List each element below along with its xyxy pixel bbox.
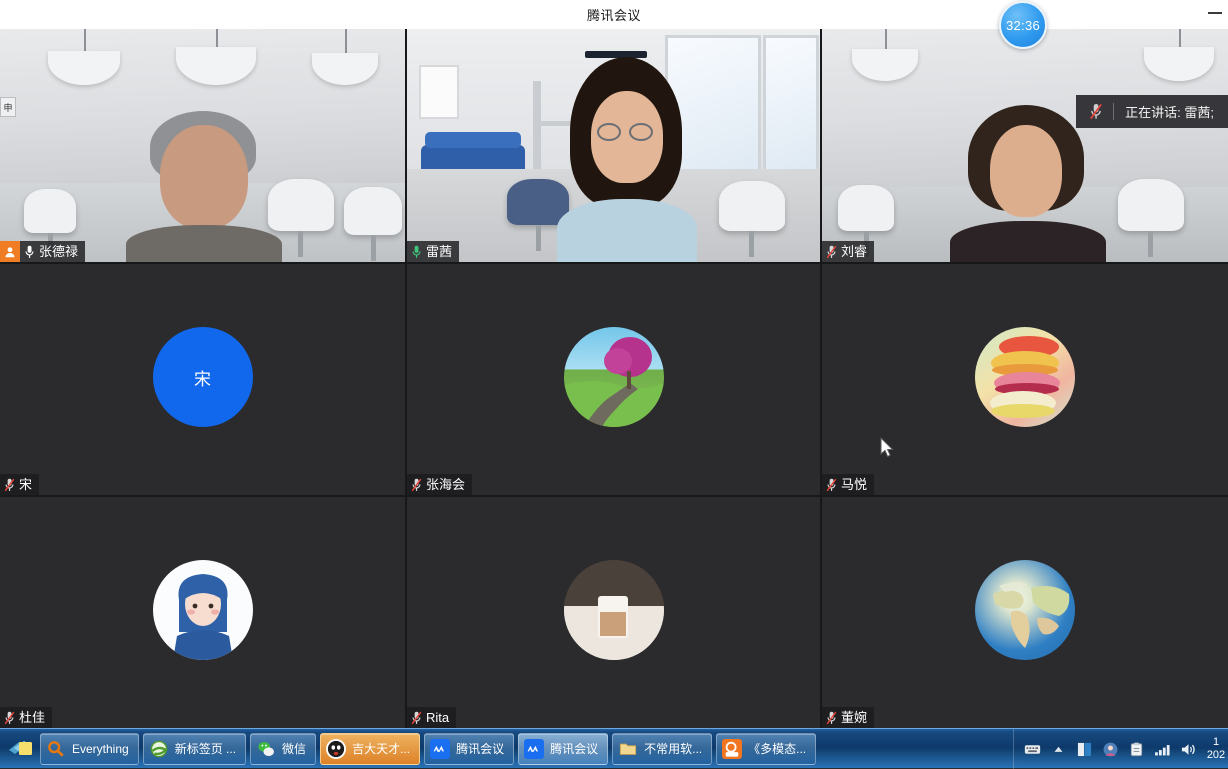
mic-muted-icon	[407, 474, 426, 495]
taskbar-item-label: 吉大天才...	[352, 740, 410, 757]
ime-keyboard-icon[interactable]	[1024, 741, 1041, 758]
taskbar-item-label: 腾讯会议	[456, 740, 504, 757]
participant-name-bar: 张海会	[407, 474, 472, 495]
taskbar-clock[interactable]: 1 202	[1206, 736, 1228, 762]
participant-tile-zhangdelu[interactable]: 张德禄	[0, 29, 405, 262]
participant-name-bar: Rita	[407, 707, 456, 728]
taskbar-item-label: 微信	[282, 740, 306, 757]
grid-divider-vertical	[820, 29, 822, 728]
participant-name: Rita	[426, 711, 449, 724]
start-button[interactable]	[6, 732, 36, 766]
participant-name-bar: 刘睿	[822, 241, 874, 262]
mic-on-icon	[20, 241, 39, 262]
participant-name: 张德禄	[39, 245, 78, 258]
mic-muted-icon	[1086, 101, 1105, 122]
participant-tile-song[interactable]: 宋 宋	[0, 263, 405, 495]
participant-name-bar: 雷茜	[407, 241, 459, 262]
avatar-initial: 宋	[153, 327, 253, 427]
window-title: 腾讯会议	[587, 5, 641, 24]
host-badge	[0, 241, 20, 262]
tencent-meeting-icon	[430, 739, 450, 759]
browser-icon	[149, 739, 169, 759]
participant-tile-liurui[interactable]: 刘睿	[822, 29, 1228, 262]
participant-grid: 张德禄 雷茜	[0, 29, 1228, 728]
participant-name: 董婉	[841, 711, 867, 724]
tencent-meeting-icon	[524, 739, 544, 759]
participant-tile-dongwan[interactable]: 董婉	[822, 496, 1228, 728]
participant-name: 雷茜	[426, 245, 452, 258]
grid-divider-vertical	[405, 29, 407, 728]
avatar-image-macaron	[975, 327, 1075, 427]
folder-icon	[618, 739, 638, 759]
mic-muted-icon	[822, 707, 841, 728]
avatar-image-earth	[975, 560, 1075, 660]
video-feed	[407, 29, 820, 262]
toast-divider	[1113, 103, 1114, 120]
mic-muted-icon	[822, 241, 841, 262]
mic-on-icon	[407, 241, 426, 262]
taskbar-item-jidatiancai[interactable]: 吉大天才...	[320, 733, 420, 765]
taskbar-item-tencent-meeting-2[interactable]: 腾讯会议	[518, 733, 608, 765]
window-minimize-button[interactable]	[1208, 12, 1222, 14]
mic-muted-icon	[407, 707, 426, 728]
participant-name: 刘睿	[841, 245, 867, 258]
wechat-icon	[256, 739, 276, 759]
participant-tile-mayue[interactable]: 马悦	[822, 263, 1228, 495]
grid-divider-horizontal	[0, 495, 1228, 497]
taskbar-item-label: 不常用软...	[644, 740, 702, 757]
participant-name: 张海会	[426, 478, 465, 491]
clock-time: 1	[1206, 736, 1226, 749]
edge-panel-stub[interactable]: 申	[0, 97, 16, 117]
participant-name-bar: 马悦	[822, 474, 874, 495]
taskbar-item-tencent-meeting-1[interactable]: 腾讯会议	[424, 733, 514, 765]
participant-name: 马悦	[841, 478, 867, 491]
clock-date: 202	[1206, 749, 1226, 762]
taskbar-item-everything[interactable]: Everything	[40, 733, 139, 765]
participant-name-bar: 杜佳	[0, 707, 52, 728]
mouse-cursor	[880, 437, 894, 458]
video-feed	[822, 29, 1228, 262]
clipboard-tray-icon[interactable]	[1128, 741, 1145, 758]
taskbar-item-label: Everything	[72, 742, 129, 756]
windows-taskbar: Everything 新标签页 ... 微信 吉大天才... 腾讯会议 腾讯会议	[0, 728, 1228, 768]
taskbar-item-folder[interactable]: 不常用软...	[612, 733, 712, 765]
magnifier-icon	[46, 739, 66, 759]
participant-tile-rita[interactable]: Rita	[407, 496, 820, 728]
participant-tile-zhanghaihui[interactable]: 张海会	[407, 263, 820, 495]
video-feed	[0, 29, 405, 262]
taskbar-item-label: 新标签页 ...	[175, 740, 236, 757]
taskbar-item-pdf[interactable]: 《多模态...	[716, 733, 816, 765]
user-avatar-tray-icon[interactable]	[1102, 741, 1119, 758]
taskbar-item-label: 《多模态...	[748, 740, 806, 757]
grid-divider-horizontal	[0, 262, 1228, 264]
avatar-image-tree	[564, 327, 664, 427]
avatar-initial-text: 宋	[194, 365, 211, 390]
speaking-notification: 正在讲话: 雷茜;	[1076, 95, 1228, 128]
taskbar-item-label: 腾讯会议	[550, 740, 598, 757]
app-tray-icon[interactable]	[1076, 741, 1093, 758]
participant-name: 宋	[19, 478, 32, 491]
speaking-text: 正在讲话: 雷茜;	[1125, 102, 1214, 121]
meeting-timer-value: 32:36	[1006, 18, 1040, 33]
avatar-image-girl	[153, 560, 253, 660]
taskbar-item-wechat[interactable]: 微信	[250, 733, 316, 765]
meeting-timer-badge[interactable]: 32:36	[999, 1, 1047, 49]
participant-name-bar: 董婉	[822, 707, 874, 728]
mic-muted-icon	[0, 707, 19, 728]
pdf-icon	[722, 739, 742, 759]
volume-icon[interactable]	[1180, 741, 1197, 758]
network-signal-icon[interactable]	[1154, 741, 1171, 758]
participant-tile-leiqian[interactable]: 雷茜	[407, 29, 820, 262]
system-tray: 1 202	[1013, 729, 1228, 769]
participant-name-bar: 宋	[0, 474, 39, 495]
app-icon	[326, 739, 346, 759]
mic-muted-icon	[822, 474, 841, 495]
participant-name: 杜佳	[19, 711, 45, 724]
mic-muted-icon	[0, 474, 19, 495]
participant-name-bar: 张德禄	[0, 241, 85, 262]
taskbar-item-browser[interactable]: 新标签页 ...	[143, 733, 246, 765]
participant-tile-dujia[interactable]: 杜佳	[0, 496, 405, 728]
show-hidden-icons-icon[interactable]	[1050, 741, 1067, 758]
avatar-image-coffee	[564, 560, 664, 660]
